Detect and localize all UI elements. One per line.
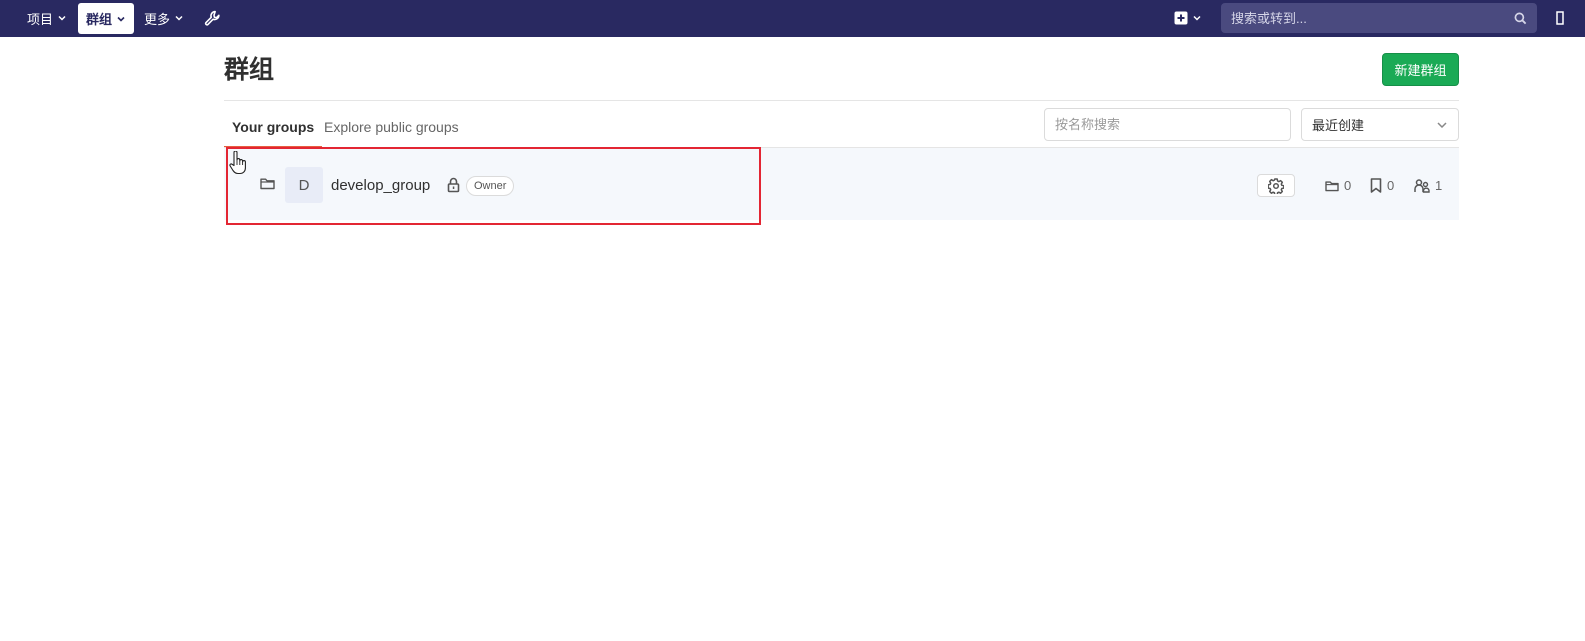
- members-count: 1: [1414, 178, 1442, 193]
- subgroups-count: 0: [1325, 178, 1351, 193]
- plus-square-icon: [1174, 11, 1188, 25]
- gear-icon: [1268, 177, 1284, 194]
- tab-explore-public-groups[interactable]: Explore public groups: [316, 108, 467, 146]
- group-settings-button[interactable]: [1257, 174, 1295, 197]
- projects-count-value: 0: [1387, 178, 1395, 193]
- global-search-input[interactable]: [1231, 10, 1514, 26]
- nav-more-dropdown[interactable]: 更多: [136, 3, 192, 33]
- nav-groups-dropdown[interactable]: 群组: [78, 3, 135, 34]
- tab-your-groups[interactable]: Your groups: [224, 108, 323, 148]
- nav-groups-label: 群组: [86, 12, 113, 27]
- role-badge: Owner: [466, 176, 515, 196]
- group-avatar[interactable]: D: [285, 167, 323, 203]
- sidebar-toggle-icon[interactable]: [1556, 11, 1566, 25]
- chevron-down-icon: [117, 16, 125, 22]
- top-navbar: 项目 群组 更多: [0, 0, 1585, 37]
- chevron-down-icon: [1193, 15, 1201, 21]
- lock-icon: [447, 177, 460, 193]
- folder-icon: [1325, 180, 1339, 191]
- bookmark-icon: [1370, 178, 1382, 193]
- new-group-button[interactable]: 新建群组: [1382, 53, 1459, 86]
- members-count-value: 1: [1435, 178, 1443, 193]
- chevron-down-icon: [175, 15, 183, 21]
- wrench-icon: [204, 10, 220, 26]
- nav-more-label: 更多: [144, 11, 171, 27]
- nav-projects-dropdown[interactable]: 项目: [19, 3, 75, 33]
- group-name-link[interactable]: develop_group: [331, 176, 430, 196]
- filter-by-name-input[interactable]: [1044, 108, 1291, 141]
- hand-cursor-icon: [229, 151, 246, 175]
- global-search[interactable]: [1221, 3, 1537, 33]
- search-icon: [1514, 12, 1527, 24]
- projects-count: 0: [1370, 178, 1394, 193]
- users-icon: [1414, 178, 1430, 193]
- sort-dropdown[interactable]: 最近创建: [1301, 108, 1459, 141]
- new-item-dropdown[interactable]: [1168, 3, 1208, 33]
- admin-area-link[interactable]: [198, 3, 227, 33]
- page-title: 群组: [224, 56, 275, 84]
- sort-selected-label: 最近创建: [1312, 118, 1365, 133]
- header-divider: [224, 100, 1459, 101]
- nav-projects-label: 项目: [27, 11, 54, 27]
- subgroups-count-value: 0: [1344, 178, 1352, 193]
- folder-icon: [260, 178, 275, 190]
- chevron-down-icon: [58, 15, 66, 21]
- chevron-down-icon: [1437, 121, 1447, 128]
